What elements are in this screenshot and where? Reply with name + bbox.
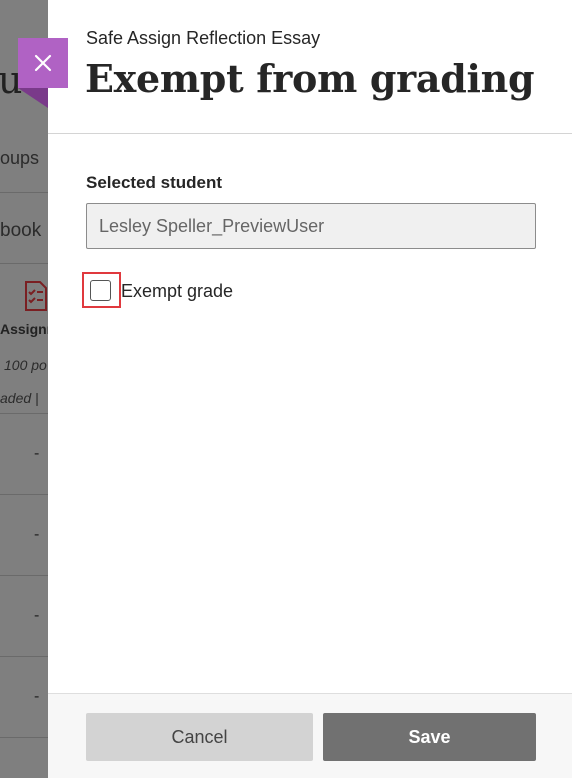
background-status: aded | (0, 390, 39, 406)
grade-cell: - (34, 688, 40, 705)
background-tab-groups: oups (0, 148, 40, 168)
background-column-label: Assignı (0, 321, 48, 337)
background-page: u oups book Assignı 100 po aded | - - - … (0, 0, 48, 778)
cancel-button[interactable]: Cancel (86, 713, 313, 761)
divider (0, 413, 48, 414)
panel-subtitle: Safe Assign Reflection Essay (86, 28, 321, 48)
divider (0, 575, 48, 576)
background-points: 100 po (4, 357, 47, 373)
assignment-icon (25, 281, 47, 311)
divider (0, 192, 48, 193)
grade-cell: - (34, 445, 40, 462)
panel-footer: Cancel Save (48, 693, 572, 778)
save-button[interactable]: Save (323, 713, 536, 761)
grade-cell: - (34, 607, 40, 624)
exempt-grade-checkbox[interactable] (90, 280, 111, 301)
divider (0, 263, 48, 264)
page-title: Exempt from grading (85, 56, 535, 101)
panel-header: Safe Assign Reflection Essay Exempt from… (48, 0, 572, 134)
close-icon (34, 54, 52, 72)
exempt-panel: Safe Assign Reflection Essay Exempt from… (48, 0, 572, 778)
close-tab-fold (18, 88, 48, 108)
divider (0, 737, 48, 738)
grade-cell: - (34, 526, 40, 543)
selected-student-field[interactable] (86, 203, 536, 249)
divider (0, 494, 48, 495)
close-panel-button[interactable] (18, 38, 68, 88)
selected-student-label: Selected student (86, 173, 223, 192)
background-gradebook-link: book (0, 220, 42, 241)
divider (0, 656, 48, 657)
exempt-grade-label[interactable]: Exempt grade (121, 281, 233, 302)
